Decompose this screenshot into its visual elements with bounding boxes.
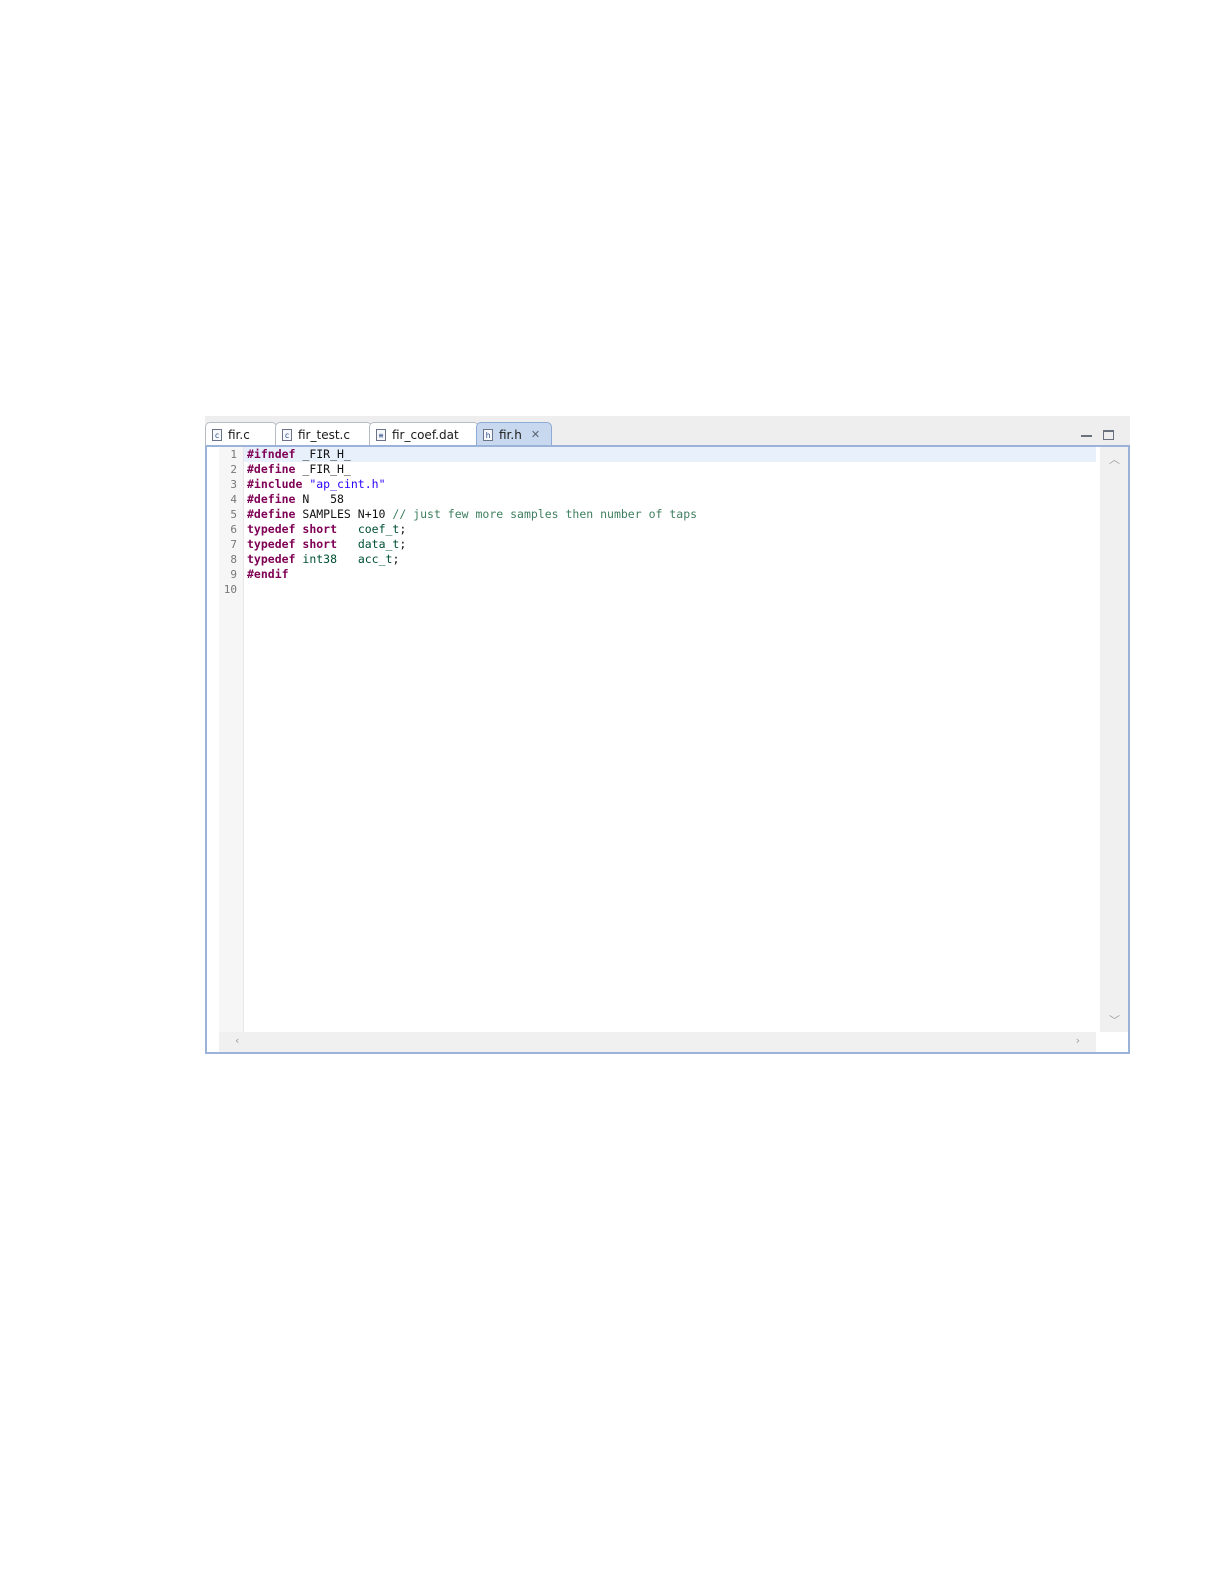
code-line: #define _FIR_H_ (244, 462, 1096, 477)
code-token: ; (399, 537, 407, 551)
code-line: #endif (244, 567, 1096, 582)
code-token: // just few more samples then number of … (392, 507, 698, 521)
tab-fir-coef-dat[interactable]: ≡ fir_coef.dat (369, 422, 479, 446)
code-line: typedef int38 acc_t; (244, 552, 1096, 567)
scroll-right-icon[interactable]: › (1076, 1034, 1080, 1047)
code-line: typedef short data_t; (244, 537, 1096, 552)
code-token: #define (247, 492, 296, 506)
tab-label: fir.h (499, 427, 522, 442)
line-number: 9 (230, 568, 237, 581)
close-icon[interactable]: ✕ (531, 424, 540, 446)
code-text-area[interactable]: #ifndef _FIR_H_ #define _FIR_H_ #include "… (244, 447, 1096, 1032)
code-token: int38 (302, 552, 338, 566)
horizontal-scrollbar[interactable]: ‹ › (219, 1032, 1096, 1052)
code-token: #endif (247, 567, 289, 581)
code-token: SAMPLES N+10 (295, 507, 393, 521)
code-line: #ifndef _FIR_H_ (244, 447, 1096, 462)
line-number-gutter: 1 2 3 4 5 6 7 8 9 10 (219, 447, 244, 1032)
code-token: #define (247, 462, 296, 476)
tab-fir-c[interactable]: c fir.c (205, 422, 277, 446)
code-token: typedef (247, 522, 296, 536)
c-file-icon: c (282, 428, 292, 441)
tab-fir-h[interactable]: h fir.h ✕ (476, 422, 552, 446)
line-number: 1 (230, 448, 237, 461)
tab-label: fir_test.c (298, 427, 350, 442)
maximize-button[interactable] (1103, 430, 1114, 440)
code-token: acc_t (357, 552, 393, 566)
editor-tab-strip: c fir.c c fir_test.c ≡ fir_coef.dat h fi… (205, 422, 1130, 446)
tab-label: fir.c (228, 427, 250, 442)
vertical-scrollbar[interactable]: ︿ ﹀ (1100, 447, 1128, 1032)
tab-label: fir_coef.dat (392, 427, 459, 442)
code-token: short (302, 522, 338, 536)
line-number: 7 (230, 538, 237, 551)
code-line: #define SAMPLES N+10 // just few more sa… (244, 507, 1096, 522)
line-number: 10 (223, 583, 237, 596)
code-editor-window: c fir.c c fir_test.c ≡ fir_coef.dat h fi… (205, 416, 1130, 1054)
code-token: ; (392, 552, 400, 566)
code-line: #define N 58 (244, 492, 1096, 507)
code-token: "ap_cint.h" (309, 477, 386, 491)
h-file-icon: h (483, 428, 493, 441)
code-token: _FIR_H_ (295, 447, 351, 461)
code-token: short (302, 537, 338, 551)
editor-frame: 1 2 3 4 5 6 7 8 9 10 #ifndef _FIR_H_ #def… (205, 445, 1130, 1054)
scroll-up-icon[interactable]: ︿ (1109, 451, 1120, 467)
line-number: 2 (230, 463, 237, 476)
code-token: typedef (247, 537, 296, 551)
code-line: #include "ap_cint.h" (244, 477, 1096, 492)
code-line: typedef short coef_t; (244, 522, 1096, 537)
code-token: #include (247, 477, 303, 491)
code-token: _FIR_H_ (295, 462, 351, 476)
code-token: #ifndef (247, 447, 296, 461)
code-token: ; (399, 522, 407, 536)
code-token: data_t (357, 537, 400, 551)
line-number: 5 (230, 508, 237, 521)
code-token: #define (247, 507, 296, 521)
line-number: 4 (230, 493, 237, 506)
line-number: 3 (230, 478, 237, 491)
code-token: coef_t (357, 522, 400, 536)
line-number: 8 (230, 553, 237, 566)
code-token: N 58 (295, 492, 344, 506)
minimize-button[interactable] (1081, 430, 1092, 437)
text-file-icon: ≡ (376, 428, 386, 441)
tab-fir-test-c[interactable]: c fir_test.c (275, 422, 372, 446)
code-token: typedef (247, 552, 296, 566)
scroll-down-icon[interactable]: ﹀ (1109, 1012, 1120, 1028)
line-number: 6 (230, 523, 237, 536)
c-file-icon: c (212, 428, 222, 441)
scroll-left-icon[interactable]: ‹ (235, 1034, 239, 1047)
